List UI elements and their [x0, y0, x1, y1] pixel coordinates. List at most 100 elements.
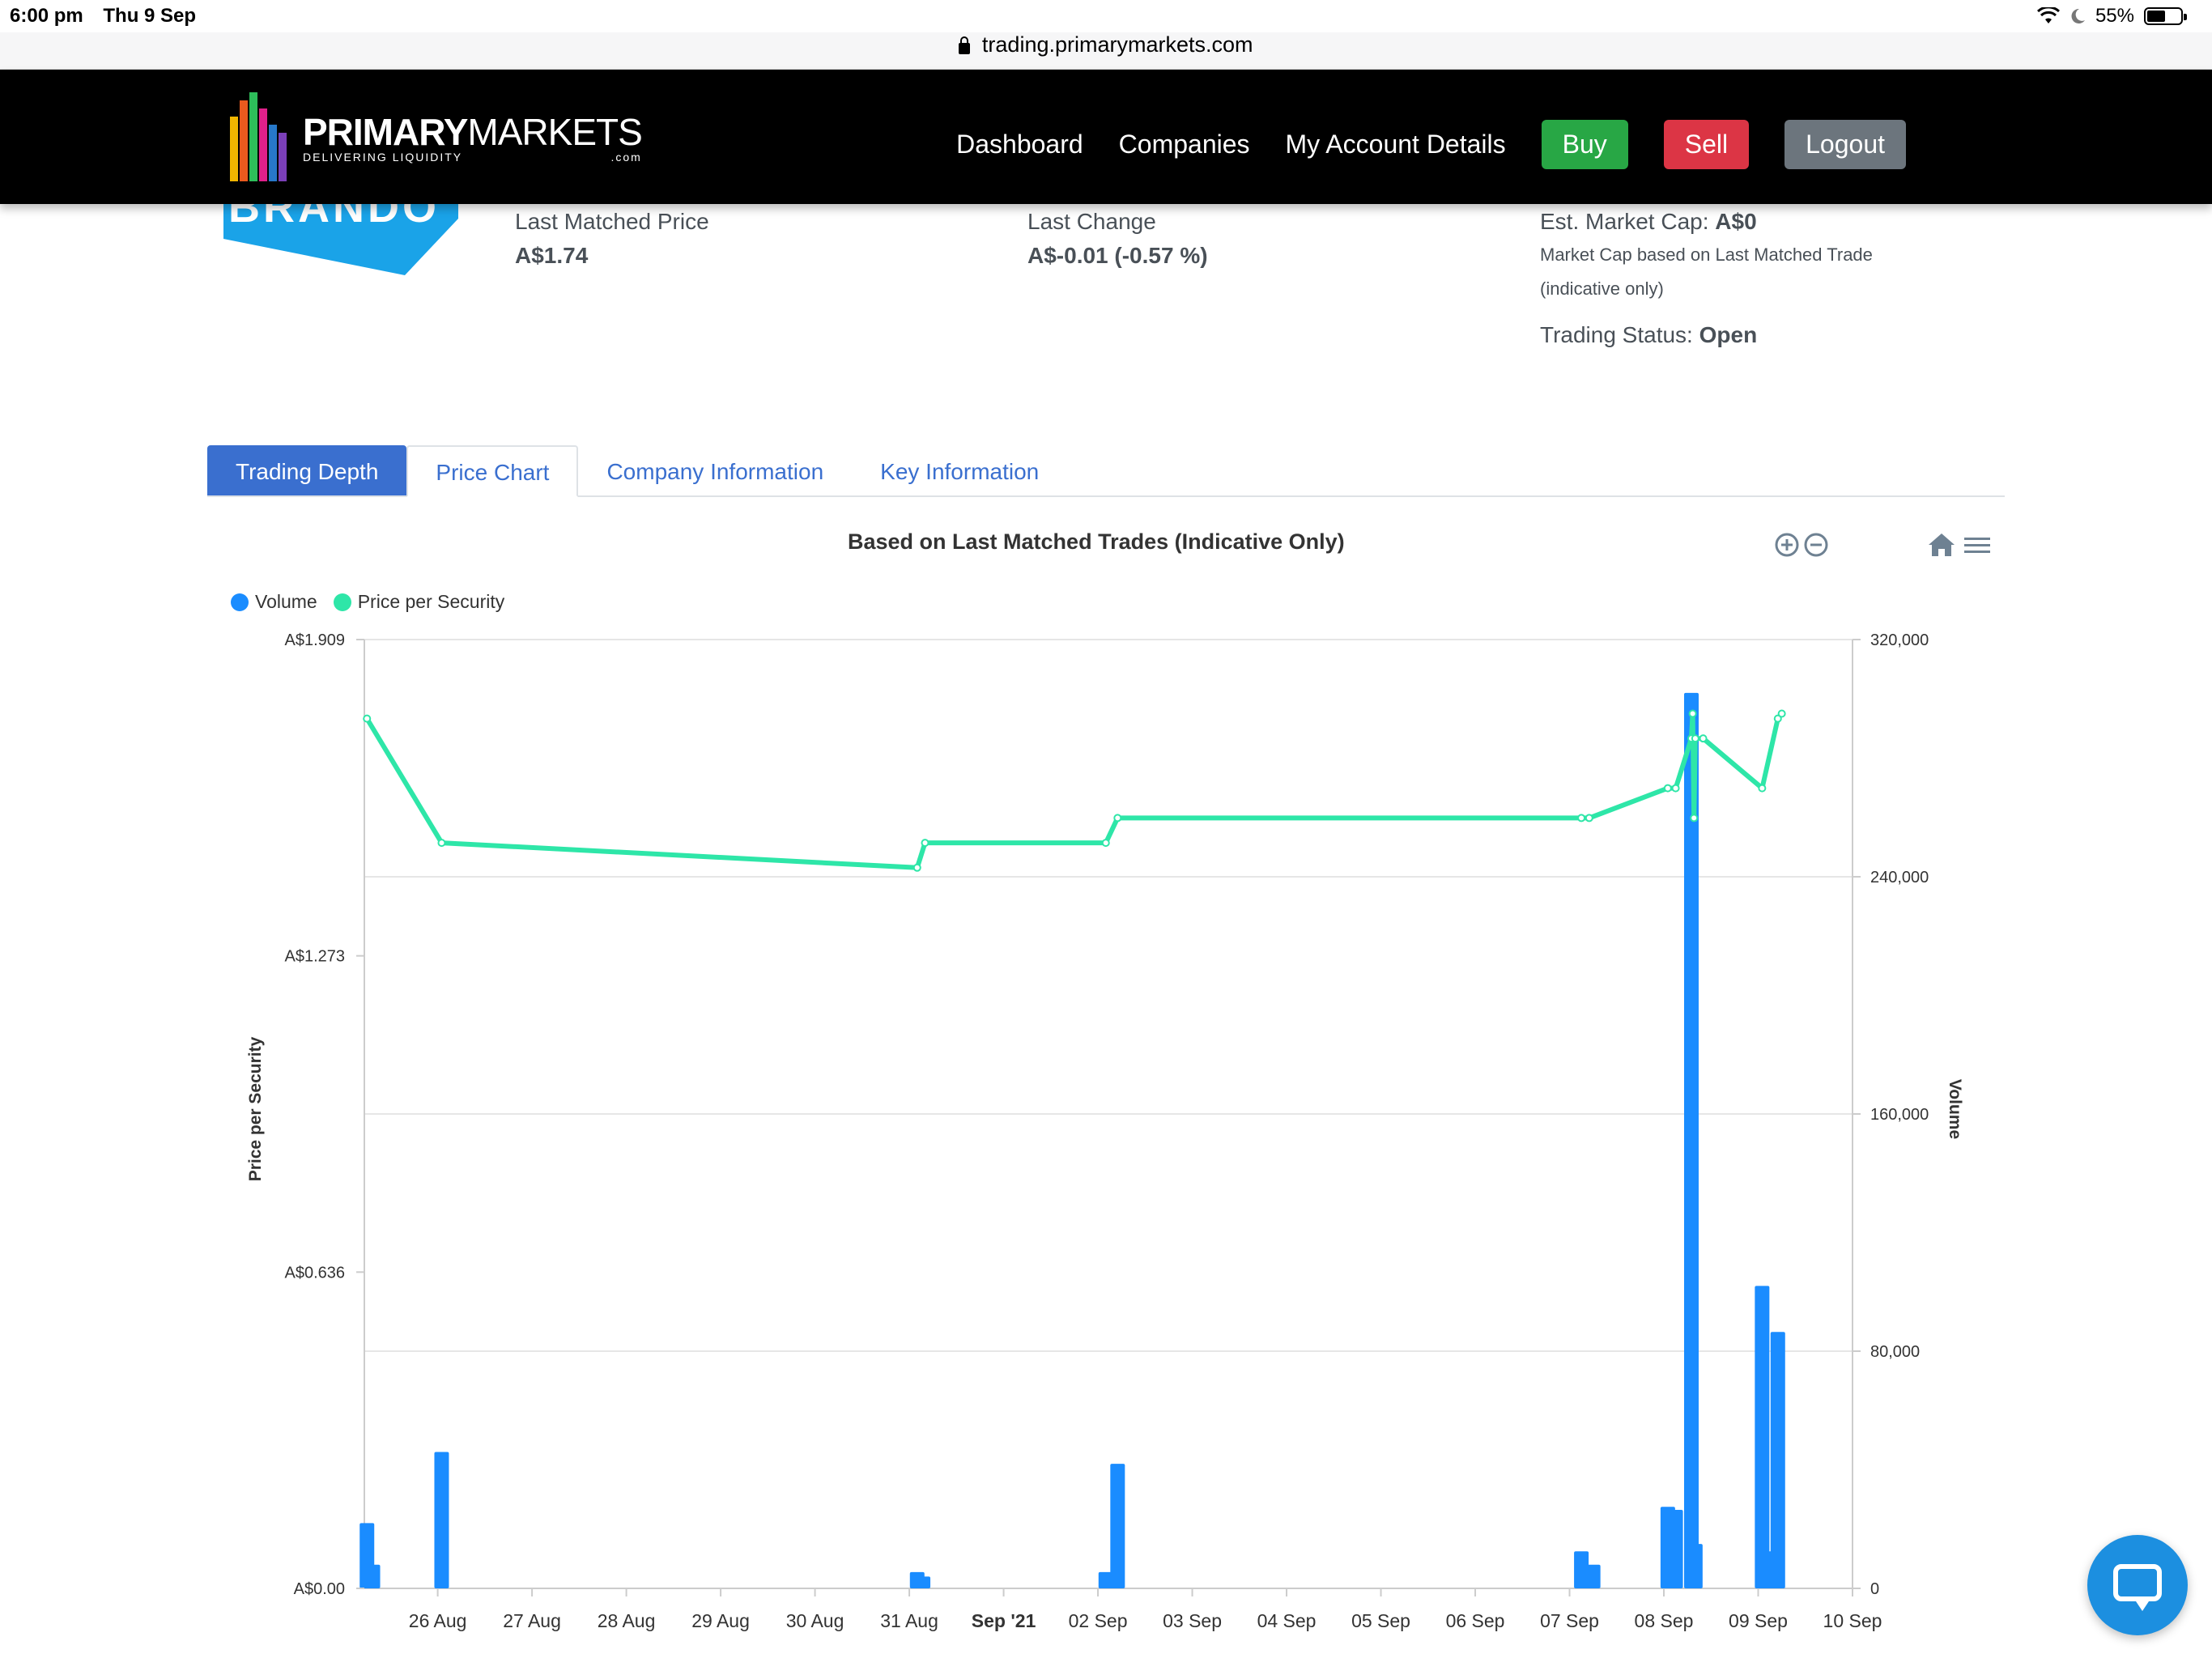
y-right-tick-label: 320,000	[1870, 631, 1929, 649]
volume-bar	[434, 1452, 449, 1588]
price-point	[1585, 814, 1593, 823]
legend-price-marker	[333, 593, 351, 611]
primarymarkets-logo[interactable]: PRIMARYMARKETS DELIVERING LIQUIDITY .com	[230, 92, 643, 181]
legend-price-label: Price per Security	[357, 591, 505, 612]
company-logo: BRANDO	[223, 194, 458, 275]
last-matched-price-block: Last Matched Price A$1.74	[515, 209, 709, 269]
volume-bar	[1755, 1286, 1770, 1588]
last-change-value: A$-0.01 (-0.57 %)	[1027, 243, 1208, 268]
x-tick-label: 07 Sep	[1540, 1610, 1599, 1631]
x-tick-label: 08 Sep	[1635, 1610, 1694, 1631]
trading-status-value: Open	[1699, 322, 1758, 347]
price-point	[1687, 734, 1695, 743]
chart-menu-tools	[1929, 534, 1990, 556]
x-tick-label: 27 Aug	[503, 1610, 561, 1631]
price-point	[1691, 734, 1699, 743]
x-tick-label: 03 Sep	[1163, 1610, 1222, 1631]
price-point	[437, 839, 446, 848]
logo-text: PRIMARYMARKETS DELIVERING LIQUIDITY .com	[303, 110, 643, 164]
url-text[interactable]: trading.primarymarkets.com	[982, 32, 1253, 57]
volume-bar	[1585, 1564, 1601, 1588]
last-matched-price-label: Last Matched Price	[515, 209, 709, 234]
status-right: 55%	[2036, 5, 2187, 28]
volume-bar	[1574, 1551, 1589, 1588]
battery-icon	[2144, 7, 2187, 25]
volume-bar	[1668, 1509, 1683, 1588]
price-point	[1577, 814, 1586, 823]
y-right-tick-label: 80,000	[1870, 1343, 1920, 1361]
price-point	[1758, 784, 1767, 793]
logo-primary: PRIMARY	[303, 111, 468, 153]
tab-key-information[interactable]: Key Information	[852, 445, 1067, 495]
logout-button[interactable]: Logout	[1784, 120, 1906, 169]
reset-zoom-home-icon[interactable]	[1929, 534, 1955, 556]
market-cap-label: Est. Market Cap:	[1540, 209, 1709, 234]
volume-bar	[359, 1523, 375, 1588]
x-tick-label: 02 Sep	[1069, 1610, 1128, 1631]
price-point	[1699, 734, 1708, 743]
volume-bar	[1766, 1551, 1781, 1588]
price-point	[1777, 709, 1786, 718]
price-point	[363, 714, 372, 723]
price-point	[1663, 784, 1672, 793]
price-point	[912, 863, 921, 872]
legend-volume[interactable]: Volume	[231, 591, 317, 613]
zoom-in-icon[interactable]	[1775, 533, 1799, 557]
tab-trading-depth[interactable]: Trading Depth	[207, 445, 407, 495]
buy-button[interactable]: Buy	[1541, 120, 1628, 169]
price-point	[1101, 839, 1110, 848]
wifi-icon	[2036, 7, 2060, 23]
volume-bar	[1770, 1332, 1785, 1588]
volume-bar	[1687, 1544, 1703, 1588]
nav-companies[interactable]: Companies	[1119, 130, 1250, 159]
y-right-axis-title: Volume	[1946, 1079, 1964, 1139]
price-points	[363, 709, 1786, 872]
volume-bar	[365, 1564, 381, 1588]
x-tick-labels: 26 Aug 27 Aug 28 Aug 29 Aug 30 Aug 31 Aug Sep …	[409, 1588, 1882, 1631]
zoom-tools	[1775, 533, 1828, 557]
battery-percent: 55%	[2095, 5, 2134, 27]
chat-button[interactable]	[2087, 1535, 2188, 1635]
battery-fill	[2147, 11, 2165, 22]
y-left-axis-title: Price per Security	[246, 1036, 265, 1181]
lock-icon	[959, 36, 971, 54]
moon-icon	[2071, 8, 2085, 23]
x-tick-label: 05 Sep	[1351, 1610, 1410, 1631]
y-left-tick-label: A$1.909	[284, 631, 345, 649]
chart-menu-icon[interactable]	[1964, 538, 1990, 553]
x-tick-label: 26 Aug	[409, 1610, 467, 1631]
price-point	[1671, 784, 1680, 793]
x-tick-label: 04 Sep	[1257, 1610, 1317, 1631]
y-right-tick-labels: 320,000 240,000 160,000 80,000 0	[1853, 631, 1929, 1598]
legend-price[interactable]: Price per Security	[333, 591, 505, 613]
browser-url-bar[interactable]: trading.primarymarkets.com	[0, 32, 2212, 70]
tab-company-information[interactable]: Company Information	[578, 445, 852, 495]
logo-bars-graphic	[230, 92, 288, 181]
logo-markets: MARKETS	[467, 111, 642, 153]
chat-icon	[2113, 1564, 2162, 1611]
nav-dashboard[interactable]: Dashboard	[956, 130, 1083, 159]
top-navbar: PRIMARYMARKETS DELIVERING LIQUIDITY .com …	[0, 70, 2212, 204]
volume-bars	[359, 692, 1785, 1588]
logo-tagline: DELIVERING LIQUIDITY	[303, 151, 463, 164]
volume-bar	[1683, 692, 1699, 1588]
price-point	[1113, 814, 1122, 823]
zoom-out-icon[interactable]	[1804, 533, 1828, 557]
y-right-tick-label: 160,000	[1870, 1106, 1929, 1124]
tab-price-chart[interactable]: Price Chart	[406, 445, 579, 497]
price-point	[1773, 714, 1782, 723]
price-point	[1690, 814, 1699, 823]
last-matched-price-value: A$1.74	[515, 243, 589, 268]
last-change-label: Last Change	[1027, 209, 1156, 234]
volume-bar	[909, 1571, 925, 1588]
market-cap-note-1: Market Cap based on Last Matched Trade	[1540, 244, 1873, 265]
sell-button[interactable]: Sell	[1663, 120, 1750, 169]
market-cap-note-2: (indicative only)	[1540, 278, 1664, 299]
trading-status-label: Trading Status:	[1540, 322, 1693, 347]
x-tick-label: 06 Sep	[1446, 1610, 1505, 1631]
status-bar: 6:00 pm Thu 9 Sep 55%	[0, 0, 2212, 32]
status-date: Thu 9 Sep	[103, 5, 197, 27]
x-tick-label: 09 Sep	[1729, 1610, 1788, 1631]
nav-my-account-details[interactable]: My Account Details	[1286, 130, 1506, 159]
chart-legend: Volume Price per Security	[231, 591, 521, 613]
